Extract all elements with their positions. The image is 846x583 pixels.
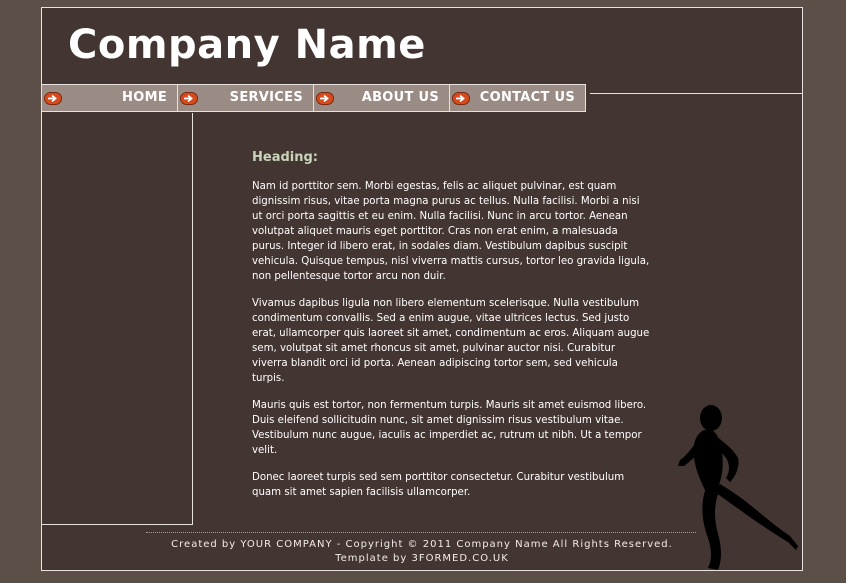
- paragraph: Nam id porttitor sem. Morbi egestas, fel…: [252, 181, 650, 282]
- content-heading: Heading:: [252, 150, 318, 165]
- main-content: Heading: Nam id porttitor sem. Morbi ege…: [252, 150, 652, 512]
- arrow-right-icon: [452, 92, 470, 105]
- paragraph: Donec laoreet turpis sed sem porttitor c…: [252, 472, 625, 498]
- paragraph: Mauris quis est tortor, non fermentum tu…: [252, 400, 647, 456]
- footer: Created by YOUR COMPANY - Copyright © 20…: [42, 538, 802, 566]
- footer-divider: [146, 532, 696, 533]
- sidebar: [42, 113, 193, 525]
- nav-label-services: SERVICES: [229, 90, 303, 105]
- footer-template-credit: Template by 3FORMED.CO.UK: [335, 553, 509, 564]
- page-frame: Company Name HOME SERVICES ABOUT US CONT…: [41, 7, 803, 571]
- main-nav: HOME SERVICES ABOUT US CONTACT US: [42, 84, 586, 112]
- arrow-right-icon: [316, 92, 334, 105]
- nav-label-contact-us: CONTACT US: [479, 90, 575, 105]
- nav-item-services[interactable]: SERVICES: [178, 84, 314, 112]
- nav-item-home[interactable]: HOME: [42, 84, 178, 112]
- nav-divider-line: [590, 93, 802, 94]
- nav-label-about-us: ABOUT US: [361, 90, 439, 105]
- footer-copyright: Created by YOUR COMPANY - Copyright © 20…: [171, 539, 673, 550]
- paragraph: Vivamus dapibus ligula non libero elemen…: [252, 298, 650, 384]
- arrow-right-icon: [44, 92, 62, 105]
- nav-item-about-us[interactable]: ABOUT US: [314, 84, 450, 112]
- nav-label-home: HOME: [122, 90, 167, 105]
- company-name: Company Name: [68, 22, 426, 68]
- arrow-right-icon: [180, 92, 198, 105]
- nav-item-contact-us[interactable]: CONTACT US: [450, 84, 586, 112]
